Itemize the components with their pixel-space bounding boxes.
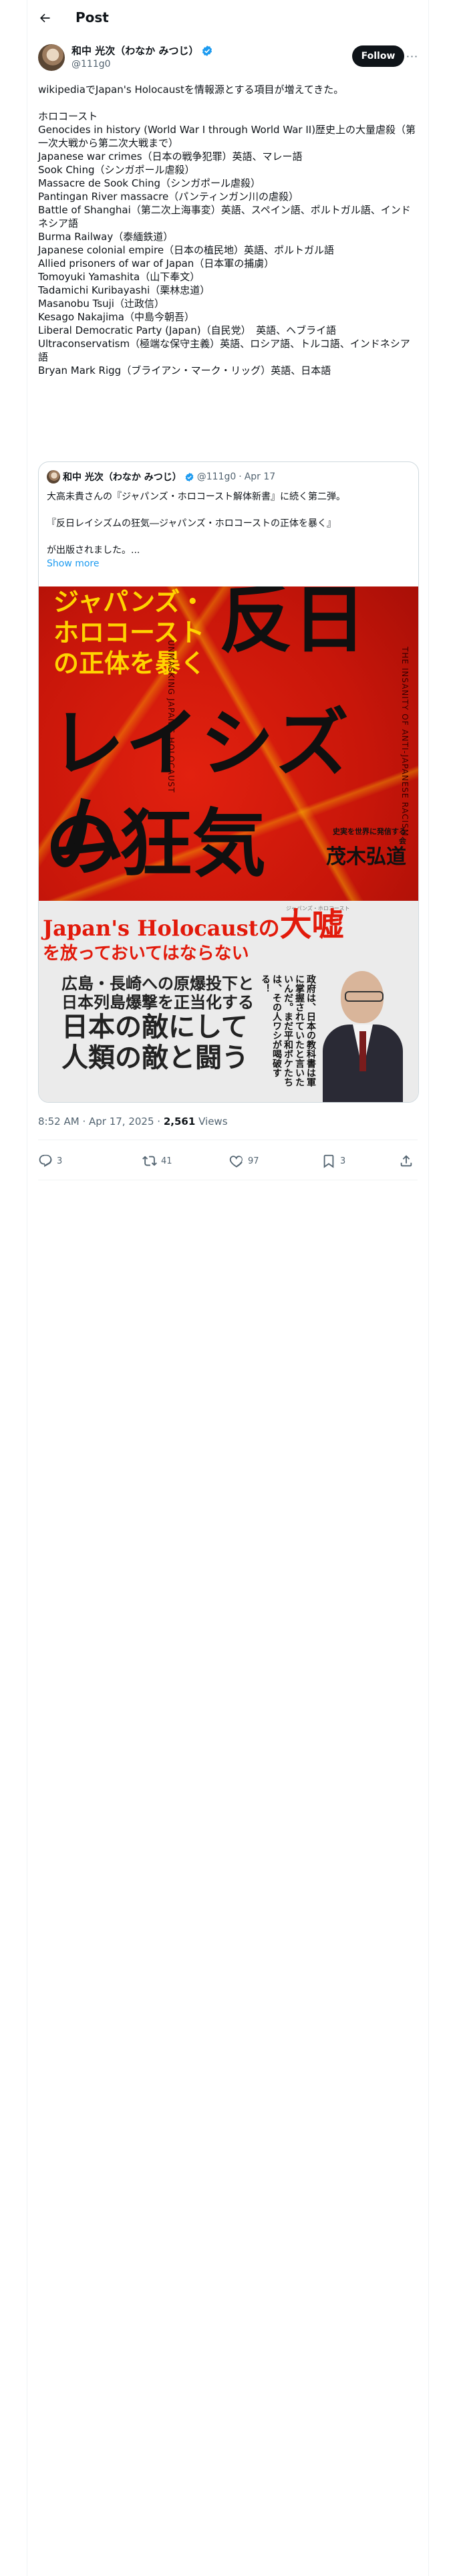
tweet-text-line: Burma Railway（泰緬鉄道） <box>38 231 174 243</box>
reply-icon <box>39 1154 52 1167</box>
heart-icon <box>229 1156 243 1168</box>
author-name[interactable]: 和中 光次（わなか みつじ） <box>71 44 198 58</box>
portrait-tie <box>359 1031 366 1071</box>
page-header: Post <box>27 0 428 35</box>
cover-obi-4: 人類の敵と闘う <box>61 1042 249 1073</box>
author-portrait <box>319 964 406 1102</box>
reply-button[interactable]: 3 <box>38 1153 62 1169</box>
book-cover-image[interactable]: ジャパンズ・ホロコーストの正体を暴く UNMASKING JAPAN'S HOL… <box>39 586 418 1102</box>
tweet-text-line: Ultraconservatism（極端な保守主義）英語、ロシア語、トルコ語、イ… <box>38 338 410 363</box>
tweet-text-line: Pantingan River massacre（パンティンガン川の虐殺） <box>38 191 299 203</box>
action-bar: 3 41 97 3 <box>38 1145 418 1177</box>
meta-separator: · <box>157 1115 161 1128</box>
tweet-text-line: Liberal Democratic Party (Japan)（自民党） 英語… <box>38 324 337 336</box>
quoted-author-name: 和中 光次（わなか みつじ） <box>63 472 182 483</box>
tweet-text-line: Japanese colonial empire（日本の植民地）英語、ポルトガル… <box>38 244 335 256</box>
cover-obi-3: 日本の敵にして <box>61 1011 248 1043</box>
tweet-text-line: Tomoyuki Yamashita（山下奉文） <box>38 271 200 283</box>
cover-headline-big: 大嘘 <box>279 906 344 944</box>
bookmark-button[interactable]: 3 <box>321 1153 345 1169</box>
quoted-handle: @111g0 <box>196 471 237 482</box>
cover-author-desc: 史実を世界に発信する会 <box>333 827 406 845</box>
tweet-text-line: Masanobu Tsuji（辻政信） <box>38 298 164 310</box>
reply-count: 3 <box>57 1156 63 1166</box>
cover-obi-vertical: 政府は、日本の教科書は軍に掌握されていたと言いたいんだ。まだ平和ボケたちは、その… <box>260 974 316 1087</box>
show-more-link[interactable]: Show more <box>47 557 410 570</box>
tweet-text-line: Bryan Mark Rigg（ブライアン・マーク・リッグ）英語、日本語 <box>38 364 331 377</box>
author-handle[interactable]: @111g0 <box>71 58 111 70</box>
post-meta: 8:52 AM · Apr 17, 2025 · 2,561 Views <box>38 1115 228 1128</box>
author-name-line: 和中 光次（わなか みつじ） <box>71 44 213 58</box>
more-options-icon[interactable]: ··· <box>404 48 420 64</box>
post-time[interactable]: 8:52 AM <box>38 1115 80 1128</box>
repost-icon <box>142 1156 157 1166</box>
tweet-text-line: Massacre de Sook Ching（シンガポール虐殺） <box>38 177 261 189</box>
cover-obi-2: 日本列島爆撃を正当化する <box>61 992 254 1012</box>
back-arrow-icon <box>40 13 50 23</box>
quoted-text-line: が出版されました。... <box>47 545 140 556</box>
share-icon <box>400 1155 412 1167</box>
cover-yellow-title: ジャパンズ・ホロコーストの正体を暴く <box>53 587 206 678</box>
cover-title-line-3: の狂気 <box>45 800 266 887</box>
cover-obi-band: ジャパンズ・ホロコースト Japan's Holocaustの大嘘 を放っておい… <box>39 901 418 1102</box>
tweet-text: wikipediaでJapan's Holocaustを情報源とする項目が増えて… <box>38 83 418 377</box>
quoted-date: Apr 17 <box>244 471 276 482</box>
tweet-text-line: Genocides in history (World War I throug… <box>38 124 416 149</box>
main-column: Post 和中 光次（わなか みつじ） @111g0 Follow ··· wi… <box>27 0 429 2576</box>
bookmark-count: 3 <box>340 1156 346 1166</box>
cover-author-block: 史実を世界に発信する会 茂木弘道 <box>326 827 406 869</box>
repost-button[interactable]: 41 <box>142 1153 172 1169</box>
tweet-text-line: Japanese war crimes（日本の戦争犯罪）英語、マレー語 <box>38 150 303 163</box>
tweet-text-line: ホロコースト <box>38 110 98 122</box>
quoted-post[interactable]: 和中 光次（わなか みつじ） @111g0 · Apr 17 大高未貴さんの『ジ… <box>38 461 419 1103</box>
views-label: Views <box>198 1115 228 1128</box>
page-title: Post <box>76 9 109 25</box>
bookmark-icon <box>323 1154 334 1168</box>
cover-headline-1: Japan's Holocaustの <box>43 916 280 941</box>
views-count: 2,561 <box>163 1115 196 1128</box>
quoted-separator: · <box>239 471 242 482</box>
cover-obi-1: 広島・長崎への原爆投下と <box>61 974 254 993</box>
verified-badge-icon <box>202 45 212 56</box>
cover-headline-2: を放っておいてはならない <box>43 944 249 964</box>
like-count: 97 <box>248 1156 259 1166</box>
share-button[interactable] <box>399 1153 414 1169</box>
cover-title-line-1: 反日 <box>219 586 366 663</box>
repost-count: 41 <box>161 1156 172 1166</box>
cover-author-name: 茂木弘道 <box>326 845 406 869</box>
post-date[interactable]: Apr 17, 2025 <box>89 1115 154 1128</box>
follow-button[interactable]: Follow <box>352 45 404 67</box>
like-button[interactable]: 97 <box>229 1153 259 1169</box>
quoted-text-line: 『反日レイシズムの狂気―ジャパンズ・ホロコーストの正体を暴く』 <box>47 518 337 529</box>
avatar[interactable] <box>38 44 65 71</box>
verified-badge-icon <box>185 472 194 481</box>
back-button[interactable] <box>37 10 53 26</box>
tweet-text-line: Tadamichi Kuribayashi（栗林忠道） <box>38 284 210 296</box>
meta-separator: · <box>82 1115 86 1128</box>
tweet-text-line: Battle of Shanghai（第二次上海事変）英語、スペイン語、ポルトガ… <box>38 204 411 229</box>
tweet-text-line: Sook Ching（シンガポール虐殺） <box>38 164 195 176</box>
tweet-text-line: Kesago Nakajima（中島今朝吾） <box>38 311 194 323</box>
cover-red-section: ジャパンズ・ホロコーストの正体を暴く UNMASKING JAPAN'S HOL… <box>39 586 418 901</box>
tweet-text-line: Allied prisoners of war of Japan（日本軍の捕虜） <box>38 257 275 270</box>
quoted-text: 大高未貴さんの『ジャパンズ・ホロコースト解体新書』に続く第二弾。 『反日レイシズム… <box>47 490 410 570</box>
portrait-glasses <box>345 991 384 1002</box>
tweet-author: 和中 光次（わなか みつじ） @111g0 Follow ··· <box>38 43 418 75</box>
quoted-text-line: 大高未貴さんの『ジャパンズ・ホロコースト解体新書』に続く第二弾。 <box>47 492 346 502</box>
quoted-avatar <box>47 470 60 484</box>
cover-headline: Japan's Holocaustの大嘘 <box>43 909 344 941</box>
quoted-author: 和中 光次（わなか みつじ） @111g0 · Apr 17 <box>47 470 275 484</box>
cover-side-text-2: THE INSANITY OF ANTI-JAPANESE RACISM <box>400 647 410 837</box>
cover-obi-text: 広島・長崎への原爆投下と 日本列島爆撃を正当化する 日本の敵にして 人類の敵と闘… <box>61 974 262 1073</box>
tweet-text-line: wikipediaでJapan's Holocaustを情報源とする項目が増えて… <box>38 84 344 96</box>
